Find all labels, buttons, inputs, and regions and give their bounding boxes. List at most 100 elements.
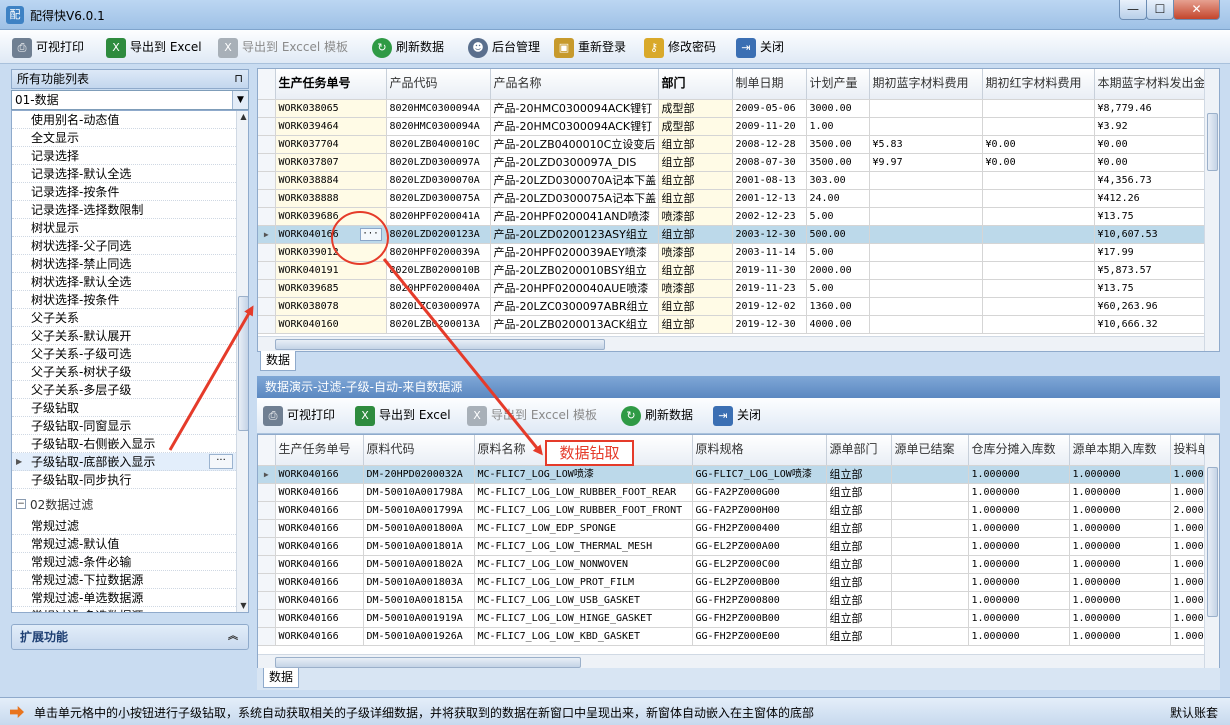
table-cell[interactable]: 组立部 <box>826 573 892 592</box>
table-cell[interactable]: 组立部 <box>826 555 892 574</box>
table-cell[interactable]: 1.000000 <box>968 555 1070 574</box>
table-cell[interactable]: GG-FA2PZ000G00 <box>692 483 827 502</box>
minimize-button[interactable]: — <box>1119 0 1147 20</box>
table-cell[interactable]: WORK038065 <box>275 99 387 118</box>
table-cell[interactable] <box>982 99 1095 118</box>
table-cell[interactable] <box>891 537 969 556</box>
table-cell[interactable]: DM-50010A001801A <box>363 537 475 556</box>
table-cell[interactable] <box>869 225 983 244</box>
table-cell[interactable]: WORK040166 <box>275 537 364 556</box>
table-cell[interactable]: WORK038888 <box>275 189 387 208</box>
table-cell[interactable]: 产品-20LZD0300075A记本下盖 <box>490 189 659 208</box>
table-cell[interactable]: 8020LZD0300075A <box>386 189 491 208</box>
sidebar-item[interactable]: 子级钻取 <box>12 399 236 417</box>
table-cell[interactable] <box>891 573 969 592</box>
table-cell[interactable]: 组立部 <box>826 627 892 646</box>
table-cell[interactable]: WORK040166 <box>275 573 364 592</box>
table-cell[interactable]: DM-50010A001800A <box>363 519 475 538</box>
column-header[interactable]: 源单部门 <box>826 435 892 466</box>
sidebar-item[interactable]: 常规过滤-下拉数据源 <box>12 571 236 589</box>
table-cell[interactable]: WORK040166 <box>275 519 364 538</box>
table-cell[interactable]: DM-50010A001815A <box>363 591 475 610</box>
table-cell[interactable]: GG-FH2PZ000B00 <box>692 609 827 628</box>
scroll-down-icon[interactable]: ▼ <box>238 600 248 612</box>
table-cell[interactable]: WORK040166 <box>275 609 364 628</box>
table-cell[interactable]: 2009-05-06 <box>732 99 807 118</box>
table-cell[interactable] <box>891 555 969 574</box>
table-cell[interactable]: MC-FLIC7_LOW_EDP_SPONGE <box>474 519 693 538</box>
main-grid-hscroll-thumb[interactable] <box>275 339 605 350</box>
print-button[interactable]: ⎙ 可视打印 <box>12 35 84 59</box>
table-cell[interactable]: GG-FA2PZ000H00 <box>692 501 827 520</box>
table-cell[interactable]: WORK040166 <box>275 483 364 502</box>
row-indicator[interactable] <box>258 483 276 502</box>
column-header[interactable]: 原料代码 <box>363 435 475 466</box>
table-cell[interactable]: 3000.00 <box>806 99 870 118</box>
ellipsis-button[interactable]: ··· <box>209 454 233 469</box>
table-cell[interactable] <box>891 501 969 520</box>
table-cell[interactable] <box>982 171 1095 190</box>
table-cell[interactable]: ¥0.00 <box>1094 135 1215 154</box>
table-cell[interactable] <box>982 297 1095 316</box>
table-cell[interactable]: 成型部 <box>658 117 733 136</box>
table-cell[interactable]: 产品-20HMC0300094ACK锂钉 <box>490 117 659 136</box>
table-cell[interactable]: 1.000000 <box>968 465 1070 484</box>
table-cell[interactable]: ¥13.75 <box>1094 279 1215 298</box>
panel-splitter-handle[interactable] <box>240 300 248 316</box>
column-header[interactable]: 仓库分摊入库数 <box>968 435 1070 466</box>
collapse-group-icon[interactable]: − <box>16 499 26 509</box>
table-cell[interactable]: GG-FH2PZ000400 <box>692 519 827 538</box>
row-indicator[interactable] <box>258 207 276 226</box>
sidebar-item[interactable]: 父子关系-默认展开 <box>12 327 236 345</box>
table-cell[interactable]: 2019-12-30 <box>732 315 807 334</box>
sidebar-item[interactable]: 子级钻取-底部嵌入显示 ▶ ··· <box>12 453 236 471</box>
sidebar-item[interactable]: 常规过滤 <box>12 517 236 535</box>
table-cell[interactable]: 1.000000 <box>968 537 1070 556</box>
table-cell[interactable] <box>891 591 969 610</box>
table-cell[interactable]: DM-50010A001799A <box>363 501 475 520</box>
sidebar-item[interactable]: 常规过滤-多选数据源 <box>12 607 236 612</box>
table-cell[interactable]: 2019-11-30 <box>732 261 807 280</box>
table-cell[interactable]: 产品-20LZD0300097A_DIS <box>490 153 659 172</box>
sidebar-item[interactable]: 父子关系-树状子级 <box>12 363 236 381</box>
table-cell[interactable] <box>869 297 983 316</box>
table-cell[interactable]: WORK040166 <box>275 465 364 484</box>
table-cell[interactable]: 组立部 <box>826 483 892 502</box>
table-row[interactable]: WORK039685 8020HPF0200040A 产品-20HPF0200040… <box>258 279 1215 298</box>
table-cell[interactable]: 1.00 <box>806 117 870 136</box>
table-cell[interactable] <box>982 225 1095 244</box>
row-indicator[interactable] <box>258 243 276 262</box>
table-cell[interactable]: 8020HPF0200041A <box>386 207 491 226</box>
table-cell[interactable] <box>869 117 983 136</box>
row-indicator[interactable] <box>258 591 276 610</box>
table-cell[interactable]: MC-FLIC7_LOG_LOW_RUBBER_FOOT_FRONT <box>474 501 693 520</box>
row-indicator[interactable] <box>258 117 276 136</box>
table-cell[interactable]: 8020HMC0300094A <box>386 117 491 136</box>
column-header[interactable]: 本期蓝字材料发出金额 <box>1094 69 1215 100</box>
maximize-button[interactable]: ☐ <box>1146 0 1174 20</box>
column-header[interactable]: 生产任务单号 <box>275 435 364 466</box>
table-cell[interactable]: 组立部 <box>826 519 892 538</box>
table-cell[interactable]: WORK039685 <box>275 279 387 298</box>
table-cell[interactable]: 4000.00 <box>806 315 870 334</box>
table-cell[interactable]: WORK040191 <box>275 261 387 280</box>
table-cell[interactable] <box>982 243 1095 262</box>
table-cell[interactable]: 2019-11-23 <box>732 279 807 298</box>
table-cell[interactable]: 8020LZB0400010C <box>386 135 491 154</box>
table-cell[interactable]: 1.000000 <box>1069 519 1171 538</box>
table-cell[interactable]: MC-FLIC7_LOG_LOW_USB_GASKET <box>474 591 693 610</box>
table-row[interactable]: WORK037704 8020LZB0400010C 产品-20LZB0400010… <box>258 135 1215 154</box>
table-row[interactable]: WORK039686 8020HPF0200041A 产品-20HPF0200041… <box>258 207 1215 226</box>
main-grid-vscroll[interactable] <box>1204 69 1219 351</box>
table-cell[interactable]: ¥0.00 <box>982 153 1095 172</box>
table-cell[interactable]: 1.000000 <box>1069 465 1171 484</box>
table-cell[interactable]: 1.000000 <box>1069 555 1171 574</box>
sidebar-item[interactable]: 树状选择-按条件 <box>12 291 236 309</box>
table-row[interactable]: WORK040166 DM-50010A001802A MC-FLIC7_LOG_L… <box>258 555 1219 574</box>
column-header[interactable]: 产品代码 <box>386 69 491 100</box>
table-cell[interactable]: ¥0.00 <box>1094 153 1215 172</box>
table-cell[interactable]: 组立部 <box>658 225 733 244</box>
table-cell[interactable]: 2008-07-30 <box>732 153 807 172</box>
sidebar-item[interactable]: 常规过滤-默认值 <box>12 535 236 553</box>
row-indicator[interactable] <box>258 261 276 280</box>
